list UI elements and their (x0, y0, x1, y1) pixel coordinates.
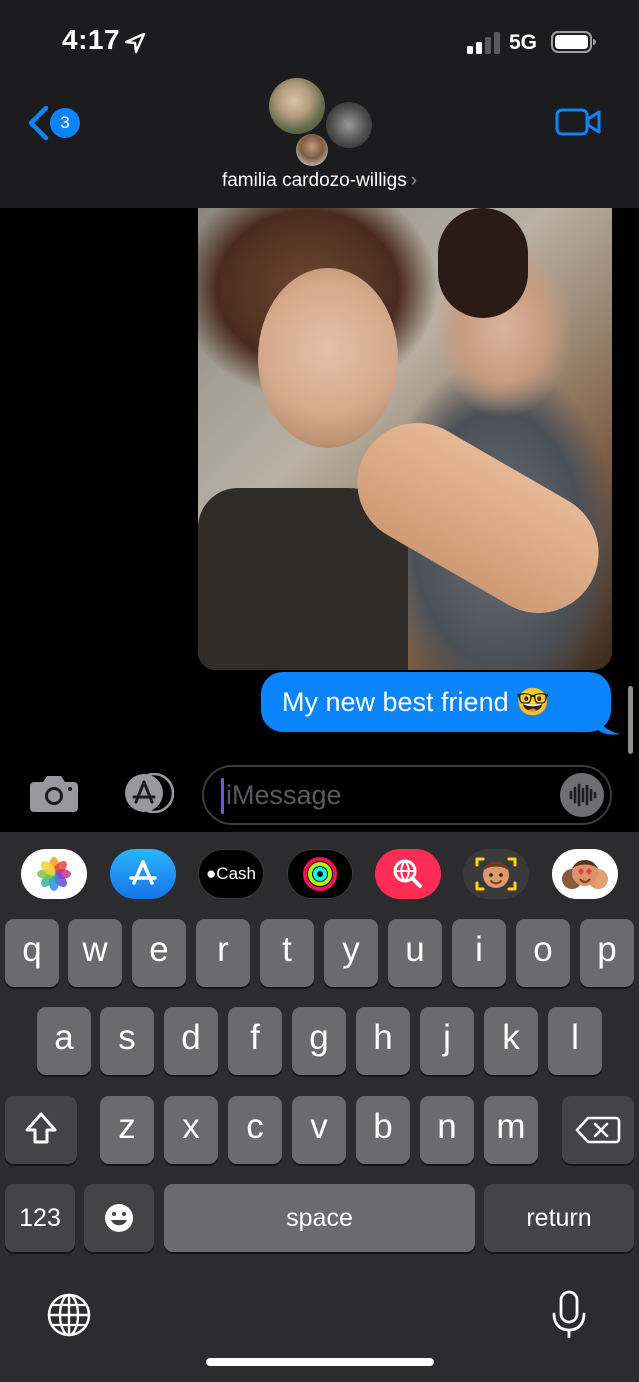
memoji-icon (475, 857, 517, 891)
group-member-avatar[interactable] (269, 78, 325, 134)
group-member-avatar[interactable] (296, 134, 328, 166)
camera-icon[interactable] (28, 772, 80, 814)
delete-key[interactable] (562, 1096, 634, 1164)
key-t[interactable]: t (260, 919, 314, 987)
microphone-icon[interactable] (548, 1290, 590, 1342)
key-i[interactable]: i (452, 919, 506, 987)
memoji-app-button[interactable] (463, 849, 529, 899)
key-n[interactable]: n (420, 1096, 474, 1164)
memoji-stickers-app-button[interactable] (552, 849, 618, 899)
battery-icon (551, 31, 596, 53)
key-m[interactable]: m (484, 1096, 538, 1164)
emoji-key[interactable] (84, 1184, 154, 1252)
app-store-app-button[interactable] (110, 849, 176, 899)
backspace-icon (575, 1116, 621, 1144)
apple-logo-icon: ● (206, 864, 217, 883)
waveform-icon (569, 783, 597, 807)
key-q[interactable]: q (5, 919, 59, 987)
photo-subject (258, 268, 398, 448)
facetime-video-icon[interactable] (555, 108, 601, 136)
key-f[interactable]: f (228, 1007, 282, 1075)
key-l[interactable]: l (548, 1007, 602, 1075)
key-z[interactable]: z (100, 1096, 154, 1164)
key-v[interactable]: v (292, 1096, 346, 1164)
unread-count-badge[interactable]: 3 (50, 108, 80, 138)
memoji-stickers-icon (562, 860, 608, 889)
appstore-icon (129, 860, 157, 885)
status-time: 4:17 (62, 24, 121, 55)
photos-app-button[interactable] (21, 849, 87, 899)
shift-key[interactable] (5, 1096, 77, 1164)
group-name-label: familia cardozo-willigs (221, 170, 407, 191)
cellular-signal-icon (467, 32, 500, 54)
apple-cash-label: Cash (216, 864, 256, 883)
image-search-icon (393, 859, 422, 888)
photos-icon (37, 857, 71, 891)
key-g[interactable]: g (292, 1007, 346, 1075)
group-member-avatar[interactable] (326, 102, 372, 148)
key-x[interactable]: x (164, 1096, 218, 1164)
key-w[interactable]: w (68, 919, 122, 987)
home-indicator[interactable] (206, 1358, 434, 1366)
bubble-tail (596, 712, 620, 735)
message-input-placeholder: iMessage (226, 780, 342, 810)
activity-rings-icon (303, 857, 337, 891)
key-u[interactable]: u (388, 919, 442, 987)
key-k[interactable]: k (484, 1007, 538, 1075)
shift-arrow-icon (25, 1112, 57, 1144)
key-e[interactable]: e (132, 919, 186, 987)
globe-icon[interactable] (44, 1290, 94, 1340)
chevron-right-icon: › (410, 170, 418, 191)
location-arrow-icon (124, 32, 146, 54)
apple-cash-app-button[interactable]: ●Cash (198, 849, 264, 899)
message-text: My new best friend 🤓 (282, 687, 550, 717)
audio-message-button[interactable] (560, 773, 604, 817)
key-o[interactable]: o (516, 919, 570, 987)
app-store-button-icon[interactable] (114, 773, 174, 813)
key-c[interactable]: c (228, 1096, 282, 1164)
numbers-key[interactable]: 123 (5, 1184, 75, 1252)
space-key[interactable]: space (164, 1184, 475, 1252)
scrollbar[interactable] (628, 686, 633, 754)
key-r[interactable]: r (196, 919, 250, 987)
image-search-app-button[interactable] (375, 849, 441, 899)
key-a[interactable]: a (37, 1007, 91, 1075)
emoji-smiley-icon (105, 1204, 133, 1232)
key-y[interactable]: y (324, 919, 378, 987)
activity-app-button[interactable] (287, 849, 353, 899)
key-b[interactable]: b (356, 1096, 410, 1164)
text-caret (221, 778, 224, 814)
group-name[interactable]: familia cardozo-willigs › (0, 170, 639, 192)
return-key[interactable]: return (484, 1184, 634, 1252)
back-chevron-icon[interactable] (26, 104, 52, 142)
key-h[interactable]: h (356, 1007, 410, 1075)
key-j[interactable]: j (420, 1007, 474, 1075)
network-type: 5G (509, 31, 538, 54)
photo-subject (438, 208, 528, 318)
key-p[interactable]: p (580, 919, 634, 987)
key-d[interactable]: d (164, 1007, 218, 1075)
key-s[interactable]: s (100, 1007, 154, 1075)
message-photo[interactable] (198, 208, 612, 670)
